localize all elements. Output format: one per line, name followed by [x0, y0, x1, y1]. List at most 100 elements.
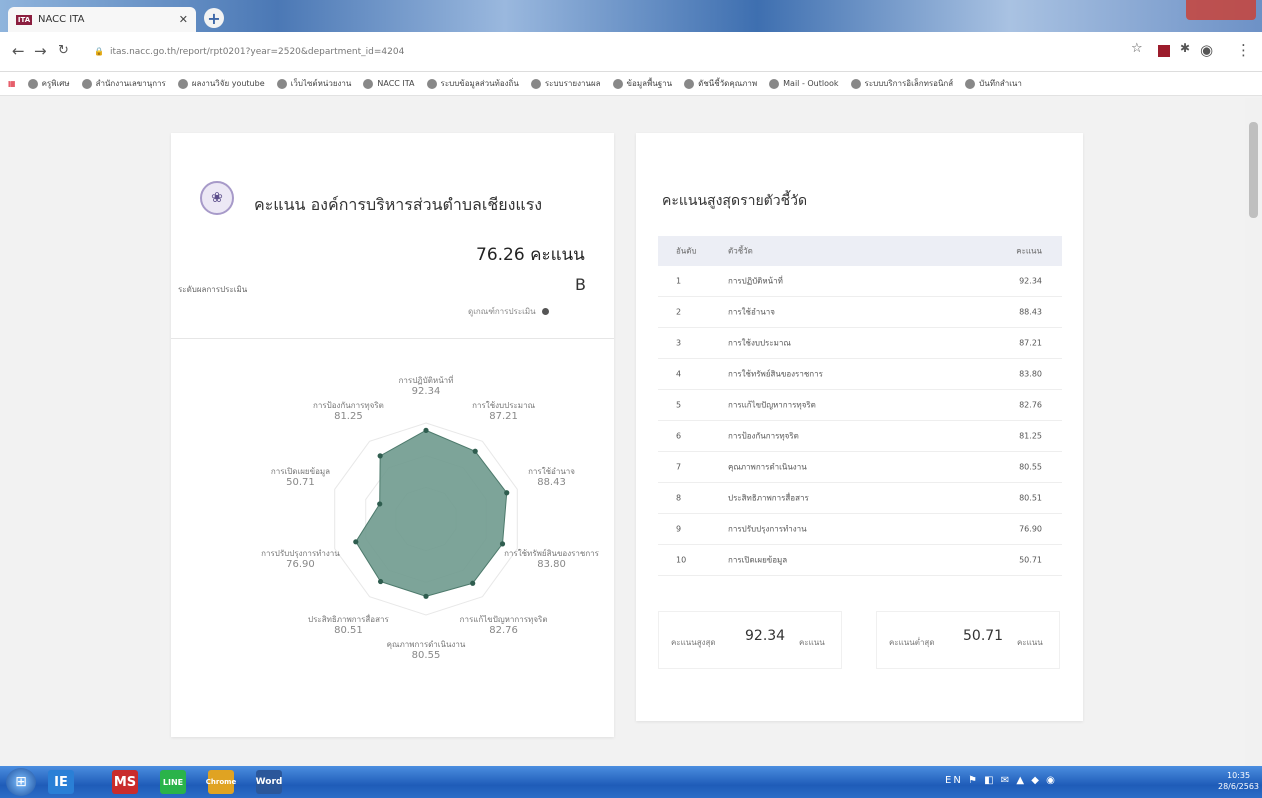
bookmark-item[interactable]: ระบบข้อมูลส่วนท้องถิ่น: [426, 77, 519, 90]
bookmark-label: ผลงานวิจัย youtube: [191, 79, 265, 88]
score-cell: 76.90: [1019, 524, 1042, 534]
bookmark-item[interactable]: NACC ITA: [363, 78, 415, 89]
table-row: 7 คุณภาพการดำเนินงาน 80.55: [658, 452, 1062, 483]
bookmark-item[interactable]: ผลงานวิจัย youtube: [177, 77, 265, 90]
line-icon[interactable]: LINE: [160, 770, 186, 794]
max-score-label: คะแนนสูงสุด: [671, 638, 716, 647]
score-cell: 87.21: [1019, 338, 1042, 348]
min-score-box: คะแนนต่ำสุด 50.71 คะแนน: [876, 611, 1060, 669]
window-controls[interactable]: [1186, 0, 1256, 20]
score-cell: 83.80: [1019, 369, 1042, 379]
bookmark-star-icon[interactable]: ☆: [1131, 41, 1143, 56]
radar-point: [472, 448, 478, 454]
url-field[interactable]: 🔒 itas.nacc.go.th/report/rpt0201?year=25…: [86, 39, 1106, 64]
radar-axis-label: การใช้งบประมาณ 87.21: [472, 400, 535, 422]
radar-axis-label: การใช้ทรัพย์สินของราชการ 83.80: [504, 548, 599, 570]
radar-value-label: 80.51: [334, 624, 363, 636]
radar-value-label: 82.76: [489, 624, 518, 636]
rank-cell: 2: [676, 307, 682, 317]
bookmark-item[interactable]: Mail - Outlook: [769, 78, 839, 89]
system-tray[interactable]: EN ⚑ ◧ ✉ ▲ ◆ ◉: [945, 775, 1057, 786]
radar-value-label: 76.90: [286, 558, 315, 570]
radar-label-text: การใช้ทรัพย์สินของราชการ: [504, 548, 599, 558]
ranking-table-header: อันดับ ตัวชี้วัด คะแนน: [658, 236, 1062, 266]
ie-icon[interactable]: IE: [48, 770, 74, 794]
radar-point: [499, 541, 506, 547]
org-seal-icon: ❀: [200, 181, 234, 215]
radar-label-text: การเปิดเผยข้อมูล: [270, 467, 331, 477]
criteria-link-label: ดูเกณฑ์การประเมิน: [468, 307, 536, 316]
bookmark-label: ระบบบริการอิเล็กทรอนิกส์: [864, 79, 954, 88]
bookmark-item[interactable]: ข้อมูลพื้นฐาน: [612, 77, 672, 90]
grade-value: B: [575, 275, 586, 294]
score-cell: 80.51: [1019, 493, 1042, 503]
language-indicator[interactable]: EN: [945, 775, 963, 786]
page-scrollbar[interactable]: [1245, 98, 1262, 766]
tray-icons[interactable]: ⚑ ◧ ✉ ▲ ◆ ◉: [968, 775, 1057, 786]
radar-value-label: 50.71: [286, 477, 315, 489]
total-score: 76.26 คะแนน: [476, 245, 585, 265]
bookmark-label: บันทึกสำเนา: [979, 79, 1022, 88]
radar-axis-label: การใช้อำนาจ 88.43: [528, 466, 575, 488]
bookmark-item[interactable]: ดัชนีชี้วัดคุณภาพ: [684, 77, 757, 90]
chrome-icon[interactable]: Chrome: [206, 770, 236, 794]
score-cell: 92.34: [1019, 276, 1042, 286]
table-row: 3 การใช้งบประมาณ 87.21: [658, 328, 1062, 359]
radar-value-label: 88.43: [537, 477, 566, 489]
nacc-favicon-icon: ITA: [16, 14, 32, 25]
bookmark-item[interactable]: เว็บไซต์หน่วยงาน: [276, 77, 351, 90]
score-cell: 50.71: [1019, 555, 1042, 565]
radar-label-text: การปรับปรุงการทำงาน: [261, 548, 340, 558]
radar-point: [377, 501, 383, 507]
new-tab-button[interactable]: +: [204, 8, 224, 28]
max-score-box: คะแนนสูงสุด 92.34 คะแนน: [658, 611, 842, 669]
tab-title: NACC ITA: [38, 14, 85, 25]
indicator-cell: การใช้ทรัพย์สินของราชการ: [728, 369, 823, 379]
url-text: itas.nacc.go.th/report/rpt0201?year=2520…: [109, 46, 405, 57]
table-row: 8 ประสิทธิภาพการสื่อสาร 80.51: [658, 483, 1062, 514]
radar-label-text: การป้องกันการทุจริต: [312, 401, 384, 411]
radar-label-text: การใช้อำนาจ: [528, 467, 575, 477]
clock[interactable]: 10:35 28/6/2563: [1218, 770, 1259, 792]
extensions-puzzle-icon[interactable]: ✱: [1180, 41, 1190, 55]
bookmark-item[interactable]: บันทึกสำเนา: [965, 77, 1022, 90]
radar-value-label: 80.55: [411, 650, 441, 661]
bookmark-label: สำนักงานเลขานุการ: [95, 79, 166, 88]
radar-axis-label: การเปิดเผยข้อมูล 50.71: [271, 466, 330, 488]
apps-grid-icon[interactable]: ▦: [8, 79, 16, 88]
bookmark-label: Mail - Outlook: [783, 79, 839, 88]
radar-axis-label: การปฏิบัติหน้าที่ 92.34: [399, 375, 454, 397]
scrollbar-thumb[interactable]: [1249, 122, 1258, 218]
bookmark-item[interactable]: ระบบบริการอิเล็กทรอนิกส์: [850, 77, 954, 90]
score-card: ❀ คะแนน องค์การบริหารส่วนตำบลเชียงแรง 76…: [171, 133, 614, 737]
browser-tab[interactable]: ITA NACC ITA ✕: [8, 7, 196, 32]
browser-title-bar: ITA NACC ITA ✕ +: [0, 0, 1262, 32]
radar-value-label: 87.21: [489, 411, 518, 423]
forward-arrow-icon[interactable]: →: [34, 42, 47, 60]
extension-icon[interactable]: [1158, 45, 1170, 57]
rank-cell: 3: [676, 338, 682, 348]
profile-avatar-icon[interactable]: ◉: [1200, 41, 1213, 59]
back-arrow-icon[interactable]: ←: [12, 42, 25, 60]
min-score-value: 50.71: [963, 628, 1004, 644]
clock-date: 28/6/2563: [1218, 782, 1260, 791]
criteria-link[interactable]: ดูเกณฑ์การประเมิน: [468, 305, 549, 318]
rank-cell: 4: [676, 369, 682, 379]
bookmark-label: NACC ITA: [377, 79, 415, 88]
bookmark-favicon-icon: [530, 78, 541, 89]
menu-dots-icon[interactable]: ⋮: [1236, 41, 1251, 59]
bookmark-item[interactable]: ระบบรายงานผล: [530, 77, 601, 90]
rank-cell: 6: [676, 431, 682, 441]
start-button[interactable]: ⊞: [6, 768, 36, 796]
bookmark-favicon-icon: [276, 78, 287, 89]
reload-icon[interactable]: ↻: [58, 43, 69, 58]
ms-app-icon[interactable]: MS: [112, 770, 138, 794]
close-tab-icon[interactable]: ✕: [179, 13, 188, 26]
radar-axis-label: ประสิทธิภาพการสื่อสาร 80.51: [308, 614, 389, 636]
address-bar: ← → ↻ 🔒 itas.nacc.go.th/report/rpt0201?y…: [0, 32, 1262, 72]
bookmark-item[interactable]: ครูพิเศษ: [27, 77, 70, 90]
radar-axis-label: การแก้ไขปัญหาการทุจริต 82.76: [460, 614, 548, 636]
word-icon[interactable]: Word: [256, 770, 282, 794]
bookmark-item[interactable]: สำนักงานเลขานุการ: [81, 77, 166, 90]
radar-value-label: 81.25: [334, 411, 363, 423]
